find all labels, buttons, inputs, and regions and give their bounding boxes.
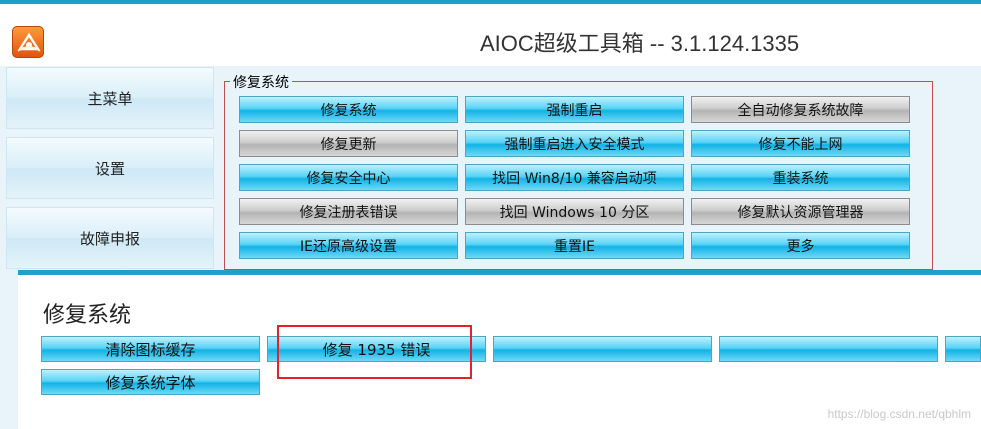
auto-repair-faults-button[interactable]: 全自动修复系统故障 [691, 96, 910, 123]
repair-internet-button[interactable]: 修复不能上网 [691, 130, 910, 157]
repair-registry-button[interactable]: 修复注册表错误 [239, 198, 458, 225]
app-logo-icon [12, 26, 44, 58]
repair-security-center-button[interactable]: 修复安全中心 [239, 164, 458, 191]
title-bar: AIOC超级工具箱 -- 3.1.124.1335 [0, 4, 981, 66]
restore-compat-boot-button[interactable]: 找回 Win8/10 兼容启动项 [465, 164, 684, 191]
left-panel-edge [0, 276, 18, 429]
empty-slot-button[interactable] [719, 336, 938, 362]
more-button[interactable]: 更多 [691, 232, 910, 259]
force-restart-button[interactable]: 强制重启 [465, 96, 684, 123]
restore-win10-partition-button[interactable]: 找回 Windows 10 分区 [465, 198, 684, 225]
sidebar-item-fault-report[interactable]: 故障申报 [6, 207, 214, 269]
reset-ie-button[interactable]: 重置IE [465, 232, 684, 259]
ie-restore-advanced-button[interactable]: IE还原高级设置 [239, 232, 458, 259]
window-title: AIOC超级工具箱 -- 3.1.124.1335 [480, 31, 800, 56]
empty-slot-button[interactable] [945, 336, 981, 362]
sidebar-item-settings[interactable]: 设置 [6, 137, 214, 199]
sidebar-item-main-menu[interactable]: 主菜单 [6, 67, 214, 129]
repair-default-explorer-button[interactable]: 修复默认资源管理器 [691, 198, 910, 225]
highlight-box [277, 325, 472, 379]
force-restart-safe-mode-button[interactable]: 强制重启进入安全模式 [465, 130, 684, 157]
repair-system-fonts-button[interactable]: 修复系统字体 [41, 369, 260, 395]
popup-top-border [18, 270, 981, 275]
popup-title: 修复系统 [43, 303, 132, 328]
repair-updates-button[interactable]: 修复更新 [239, 130, 458, 157]
reinstall-system-button[interactable]: 重装系统 [691, 164, 910, 191]
repair-system-popup: 修复系统 清除图标缓存 修复 1935 错误 修复系统字体 [18, 270, 981, 429]
repair-group-legend: 修复系统 [230, 72, 292, 92]
empty-slot-button[interactable] [493, 336, 712, 362]
repair-system-button[interactable]: 修复系统 [239, 96, 458, 123]
clear-icon-cache-button[interactable]: 清除图标缓存 [41, 336, 260, 362]
watermark: https://blog.csdn.net/qbhlm [827, 407, 971, 421]
